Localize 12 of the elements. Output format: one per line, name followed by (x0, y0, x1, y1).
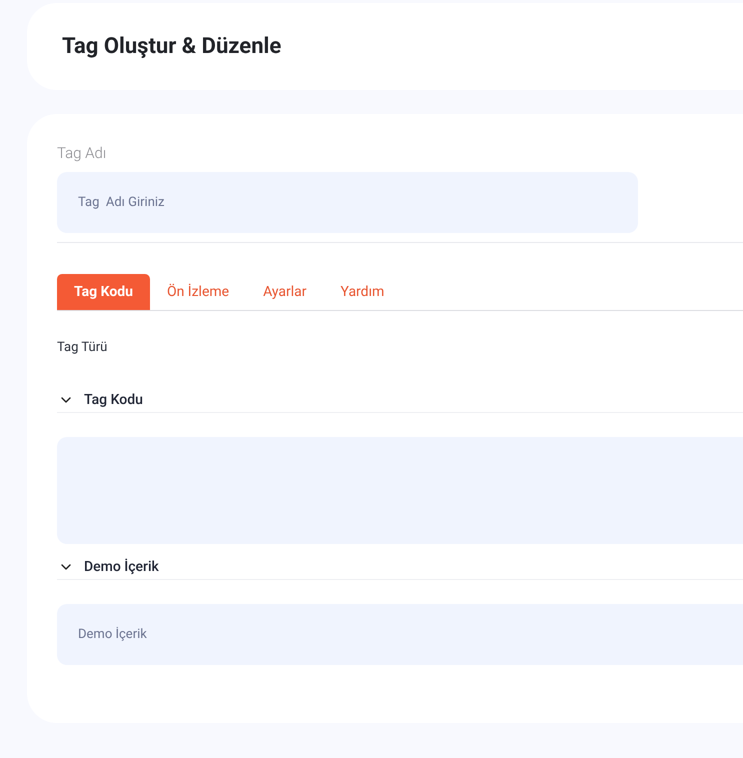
tag-type-label: Tag Türü (57, 339, 108, 357)
section-header[interactable]: Tag Kodu (57, 388, 743, 412)
chevron-icon (61, 397, 71, 403)
tab[interactable]: Tag Kodu (57, 274, 150, 310)
section-header[interactable]: Demo İçerik (57, 556, 743, 580)
tab[interactable]: Ayarlar (246, 274, 324, 310)
tab[interactable]: Yardım (324, 274, 402, 310)
page-title: Tag Oluştur & Düzenle (62, 33, 282, 61)
tag-name-field[interactable]: Tag Adı Giriniz (57, 172, 638, 233)
tab[interactable]: Ön İzleme (150, 274, 246, 310)
chevron-icon (61, 564, 71, 570)
field-label: Tag Adı (57, 143, 108, 163)
